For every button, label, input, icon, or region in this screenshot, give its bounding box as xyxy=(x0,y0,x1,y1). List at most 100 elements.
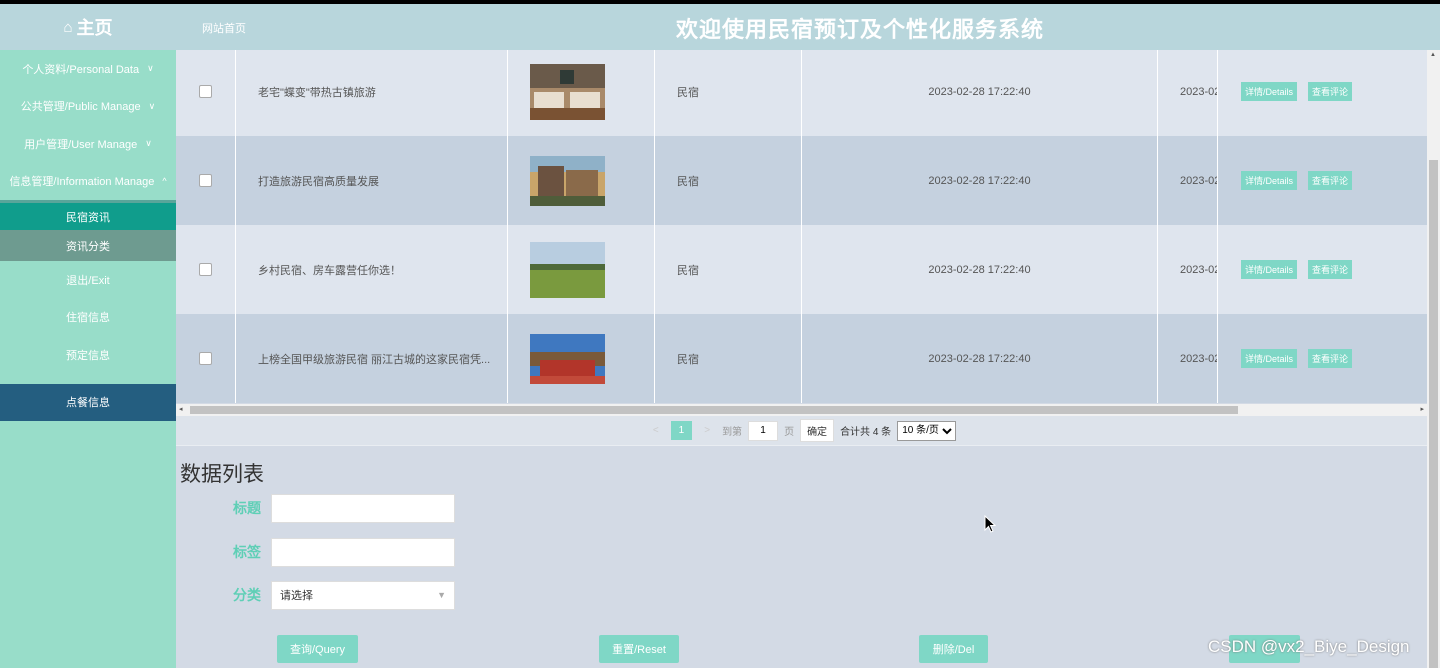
category-label: 分类 xyxy=(233,587,261,603)
row-thumbnail xyxy=(530,63,605,120)
sidebar-item-label: 个人资料/Personal Data xyxy=(22,63,140,76)
row-type: 民宿 xyxy=(655,225,802,314)
view-comments-button[interactable]: 查看评论 xyxy=(1308,82,1353,101)
details-button[interactable]: 详情/Details xyxy=(1241,171,1298,190)
query-button[interactable]: 查询/Query xyxy=(277,635,358,663)
sidebar-item-booking[interactable]: 预定信息 xyxy=(0,336,176,374)
sidebar-item-news-category[interactable]: 资讯分类 xyxy=(0,230,176,261)
table-row: 打造旅游民宿高质量发展 民宿 2023-02-28 17:22:40 2023-… xyxy=(176,136,1427,225)
row-type: 民宿 xyxy=(655,136,802,225)
row-checkbox[interactable] xyxy=(199,352,212,365)
view-comments-button[interactable]: 查看评论 xyxy=(1308,171,1353,190)
details-button[interactable]: 详情/Details xyxy=(1241,349,1298,368)
sidebar-item-user-manage[interactable]: 用户管理/User Manage ∨ xyxy=(0,125,176,163)
chevron-down-icon: ∨ xyxy=(147,63,154,74)
sidebar-item-news[interactable]: 民宿资讯 xyxy=(0,200,176,230)
mouse-cursor-icon xyxy=(984,515,996,533)
table-row: 上榜全国甲级旅游民宿 丽江古城的这家民宿凭... 民宿 2023-02-28 1… xyxy=(176,314,1427,403)
row-title: 老宅"蝶变"带热古镇旅游 xyxy=(236,50,508,136)
home-icon: ⌂ xyxy=(63,18,73,36)
row-time-2: 2023-02 xyxy=(1158,136,1218,225)
row-time: 2023-02-28 17:22:40 xyxy=(802,225,1158,314)
row-type: 民宿 xyxy=(655,314,802,403)
title-label: 标题 xyxy=(233,500,261,516)
data-table: 老宅"蝶变"带热古镇旅游 民宿 2023-02-28 17:22:40 2023… xyxy=(176,50,1427,404)
row-time-2: 2023-02 xyxy=(1158,314,1218,403)
row-title: 上榜全国甲级旅游民宿 丽江古城的这家民宿凭... xyxy=(236,314,508,403)
row-time-2: 2023-02 xyxy=(1158,225,1218,314)
page-unit-label: 页 xyxy=(784,427,795,438)
page-jump-confirm-button[interactable]: 确定 xyxy=(800,419,835,442)
row-title: 打造旅游民宿高质量发展 xyxy=(236,136,508,225)
sidebar-item-label: 信息管理/Information Manage xyxy=(9,176,155,189)
sidebar-item-label: 住宿信息 xyxy=(66,312,110,325)
title-input[interactable] xyxy=(271,493,455,523)
sidebar-item-public-manage[interactable]: 公共管理/Public Manage ∨ xyxy=(0,87,176,125)
sidebar-item-personal-data[interactable]: 个人资料/Personal Data ∨ xyxy=(0,50,176,88)
row-time-2: 2023-02 xyxy=(1158,50,1218,136)
total-count: 合计共 4 条 xyxy=(840,427,892,438)
row-time: 2023-02-28 17:22:40 xyxy=(802,136,1158,225)
row-thumbnail xyxy=(530,155,605,206)
chevron-down-icon: ▼ xyxy=(437,590,446,600)
scroll-up-icon[interactable]: ▲ xyxy=(1430,52,1436,58)
table-row: 老宅"蝶变"带热古镇旅游 民宿 2023-02-28 17:22:40 2023… xyxy=(176,50,1427,136)
horizontal-scrollbar[interactable]: ◂ ▸ xyxy=(176,404,1427,416)
reset-button[interactable]: 重置/Reset xyxy=(599,635,679,663)
details-button[interactable]: 详情/Details xyxy=(1241,82,1298,101)
view-comments-button[interactable]: 查看评论 xyxy=(1308,260,1353,279)
row-title: 乡村民宿、房车露营任你选！ xyxy=(236,225,508,314)
row-type: 民宿 xyxy=(655,50,802,136)
category-placeholder: 请选择 xyxy=(280,590,313,602)
next-page-button[interactable]: > xyxy=(698,425,716,436)
chevron-down-icon: ∨ xyxy=(145,138,152,149)
category-field-row: 分类 请选择 ▼ xyxy=(176,580,455,610)
row-time: 2023-02-28 17:22:40 xyxy=(802,314,1158,403)
row-checkbox[interactable] xyxy=(199,85,212,98)
row-time: 2023-02-28 17:22:40 xyxy=(802,50,1158,136)
goto-label: 到第 xyxy=(722,427,743,438)
tag-label: 标签 xyxy=(233,544,261,560)
site-home-link[interactable]: 网站首页 xyxy=(202,20,246,36)
header: ⌂ 主页 网站首页 欢迎使用民宿预订及个性化服务系统 xyxy=(0,4,1440,50)
csdn-watermark: CSDN @vx2_Biye_Design xyxy=(1208,637,1410,656)
sidebar-item-information-manage[interactable]: 信息管理/Information Manage ^ xyxy=(0,162,176,200)
sidebar-item-ordering[interactable]: 点餐信息 xyxy=(0,383,176,421)
delete-button[interactable]: 删除/Del xyxy=(919,635,988,663)
tag-input[interactable] xyxy=(271,537,455,567)
scroll-right-icon[interactable]: ▸ xyxy=(1420,405,1424,413)
row-checkbox[interactable] xyxy=(199,263,212,276)
prev-page-button[interactable]: < xyxy=(647,425,665,436)
pagination: < 1 > 到第 页 确定 合计共 4 条 10 条/页 xyxy=(176,416,1427,446)
chevron-up-icon: ^ xyxy=(162,176,167,187)
scroll-left-icon[interactable]: ◂ xyxy=(179,405,183,413)
table-row: 乡村民宿、房车露营任你选！ 民宿 2023-02-28 17:22:40 202… xyxy=(176,225,1427,314)
page-size-select[interactable]: 10 条/页 xyxy=(897,420,957,441)
row-checkbox[interactable] xyxy=(199,174,212,187)
tag-field-row: 标签 xyxy=(176,537,455,567)
vertical-scroll-thumb[interactable] xyxy=(1429,160,1438,668)
sidebar-item-label: 民宿资讯 xyxy=(66,211,110,224)
row-thumbnail xyxy=(530,241,605,298)
details-button[interactable]: 详情/Details xyxy=(1241,260,1298,279)
sidebar-item-label: 点餐信息 xyxy=(66,397,110,410)
sidebar-item-label: 公共管理/Public Manage xyxy=(20,101,141,114)
main-content: 老宅"蝶变"带热古镇旅游 民宿 2023-02-28 17:22:40 2023… xyxy=(176,50,1440,668)
row-thumbnail xyxy=(530,333,605,384)
vertical-scrollbar[interactable]: ▲ xyxy=(1427,50,1440,668)
sidebar: 个人资料/Personal Data ∨ 公共管理/Public Manage … xyxy=(0,50,176,668)
sidebar-item-exit[interactable]: 退出/Exit xyxy=(0,261,176,299)
home-label: 主页 xyxy=(76,18,113,38)
sidebar-item-lodging[interactable]: 住宿信息 xyxy=(0,298,176,336)
home-link[interactable]: ⌂ 主页 xyxy=(0,4,176,50)
page-number-current[interactable]: 1 xyxy=(670,421,693,440)
system-title: 欢迎使用民宿预订及个性化服务系统 xyxy=(675,17,1044,42)
view-comments-button[interactable]: 查看评论 xyxy=(1308,349,1353,368)
chevron-down-icon: ∨ xyxy=(148,100,156,111)
page-jump-input[interactable] xyxy=(748,420,779,441)
horizontal-scroll-thumb[interactable] xyxy=(190,406,1238,414)
sidebar-item-label: 预定信息 xyxy=(66,349,110,362)
title-field-row: 标题 xyxy=(176,493,455,523)
sidebar-item-label: 退出/Exit xyxy=(66,274,110,287)
category-select[interactable]: 请选择 ▼ xyxy=(271,580,455,610)
